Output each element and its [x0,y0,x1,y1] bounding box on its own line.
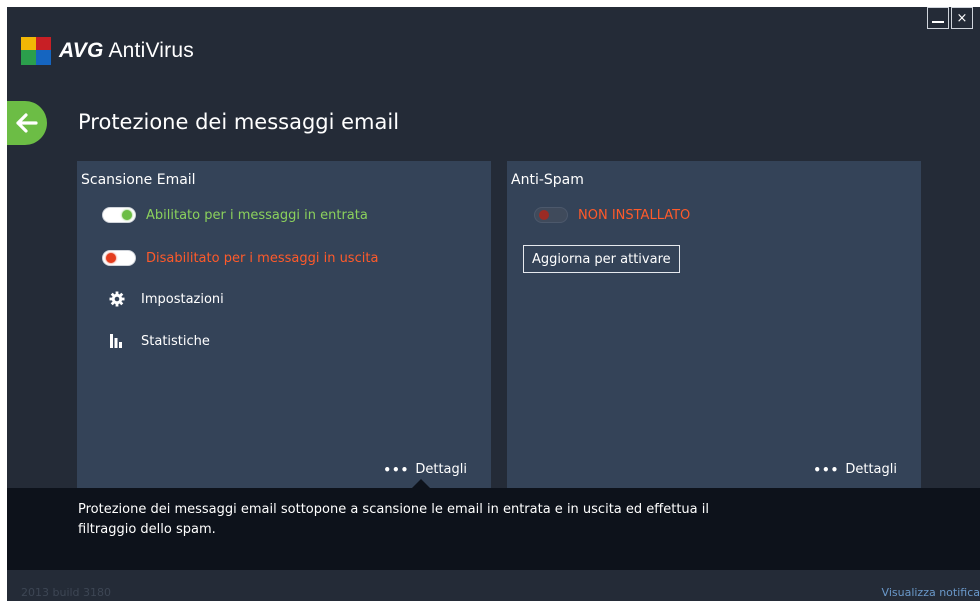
description-text: Protezione dei messaggi email sottopone … [78,502,709,537]
email-scan-details-link[interactable]: ••• Dettagli [383,462,467,477]
antispam-details-link[interactable]: ••• Dettagli [813,462,897,477]
antispam-title: Anti-Spam [511,172,584,188]
incoming-toggle[interactable] [102,207,136,223]
page-title: Protezione dei messaggi email [78,110,400,134]
description-pointer [411,479,431,489]
email-scan-title: Scansione Email [81,172,196,188]
bar-chart-icon [109,333,125,349]
show-notification-link[interactable]: Visualizza notifica [882,586,980,599]
antispam-toggle [534,207,568,223]
brand-product: AntiVirus [108,39,194,62]
window-controls: × [927,7,973,29]
close-button[interactable]: × [951,7,973,29]
incoming-toggle-row[interactable]: Abilitato per i messaggi in entrata [102,207,368,223]
back-button[interactable] [7,101,47,145]
gear-icon [109,291,125,307]
settings-label: Impostazioni [141,291,224,307]
settings-link[interactable]: Impostazioni [109,291,224,307]
outgoing-status-label: Disabilitato per i messaggi in uscita [146,250,379,266]
description-band: Protezione dei messaggi email sottopone … [7,479,980,570]
antispam-panel: Anti-Spam NON INSTALLATO Aggiorna per at… [507,161,921,491]
upgrade-to-activate-button[interactable]: Aggiorna per attivare [523,245,680,273]
arrow-left-icon [16,113,38,133]
brand-bold: AVG [59,39,104,62]
build-info: 2013 build 3180 [21,586,112,599]
details-label: Dettagli [415,462,467,477]
footer: 2013 build 3180 Visualizza notifica [7,582,980,601]
close-icon: × [956,10,968,26]
outgoing-toggle-row[interactable]: Disabilitato per i messaggi in uscita [102,250,378,266]
antispam-status-row: NON INSTALLATO [534,207,690,223]
more-dots-icon: ••• [813,462,840,477]
details-label: Dettagli [845,462,897,477]
app-window: AVG AntiVirus × Protezione dei messaggi … [7,7,980,601]
statistics-link[interactable]: Statistiche [109,333,210,349]
app-title: AVG AntiVirus [59,39,194,63]
statistics-label: Statistiche [141,333,210,349]
avg-logo-icon [21,37,51,65]
app-brand: AVG AntiVirus [21,35,194,67]
incoming-status-label: Abilitato per i messaggi in entrata [146,207,368,223]
outgoing-toggle[interactable] [102,250,136,266]
email-scan-panel: Scansione Email Abilitato per i messaggi… [77,161,491,491]
minimize-button[interactable] [927,7,949,29]
antispam-status-label: NON INSTALLATO [578,207,691,223]
minimize-icon [932,21,944,23]
more-dots-icon: ••• [383,462,410,477]
